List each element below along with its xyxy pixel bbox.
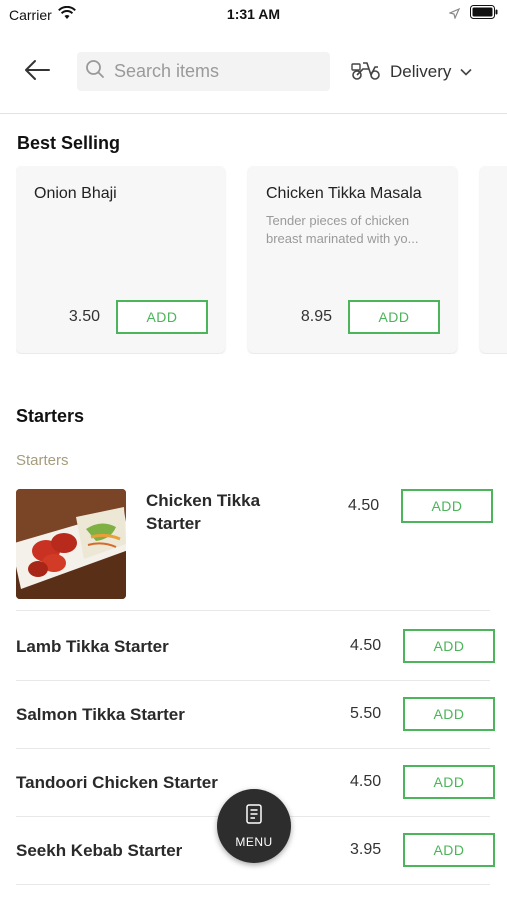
item-price: 4.50 [350, 773, 382, 790]
best-selling-card[interactable]: Onion Bhaji 3.50 ADD [16, 166, 225, 353]
back-button[interactable] [20, 57, 54, 87]
add-button[interactable]: ADD [403, 629, 495, 663]
battery-icon [470, 5, 498, 24]
delivery-label: Delivery [390, 62, 452, 81]
item-name: Chicken Tikka Starter [146, 491, 261, 533]
menu-book-icon [246, 803, 262, 829]
starters-heading: Starters [16, 406, 85, 426]
menu-item-row[interactable]: Lamb Tikka Starter 4.50 ADD [16, 613, 495, 681]
best-selling-carousel[interactable]: Onion Bhaji 3.50 ADD Chicken Tikka Masal… [16, 166, 507, 354]
search-icon [85, 59, 105, 84]
item-name: Lamb Tikka Starter [16, 637, 169, 656]
add-button[interactable]: ADD [403, 833, 495, 867]
item-price: 3.95 [350, 841, 382, 858]
add-button[interactable]: ADD [401, 489, 493, 523]
best-selling-card-partial[interactable] [480, 166, 507, 353]
delivery-mode-selector[interactable]: Delivery [351, 58, 472, 86]
status-right [448, 5, 498, 24]
top-bar: Delivery [0, 44, 507, 114]
best-selling-heading: Best Selling [17, 133, 121, 153]
food-photo [16, 489, 126, 599]
item-price: 5.50 [350, 705, 382, 722]
status-bar: Carrier 1:31 AM [0, 0, 507, 30]
item-price: 4.50 [348, 497, 380, 514]
item-price: 4.50 [350, 637, 382, 654]
card-item-price: 8.95 [300, 308, 332, 325]
add-button[interactable]: ADD [403, 697, 495, 731]
menu-item-row[interactable]: Salmon Tikka Starter 5.50 ADD [16, 681, 495, 749]
best-selling-card[interactable]: Chicken Tikka Masala Tender pieces of ch… [248, 166, 457, 353]
item-name: Tandoori Chicken Starter [16, 773, 218, 792]
search-box[interactable] [77, 52, 330, 91]
status-time: 1:31 AM [226, 6, 281, 22]
menu-fab-label: MENU [235, 834, 273, 849]
add-button[interactable]: ADD [348, 300, 440, 334]
card-item-name: Chicken Tikka Masala [266, 185, 422, 202]
card-item-description: Tender pieces of chicken breast marinate… [266, 213, 419, 246]
search-input[interactable] [114, 61, 314, 82]
add-button[interactable]: ADD [403, 765, 495, 799]
location-arrow-icon [448, 6, 461, 24]
back-arrow-icon [24, 59, 50, 86]
item-name: Seekh Kebab Starter [16, 841, 183, 860]
subcategory-label: Starters [16, 452, 69, 469]
card-item-price: 3.50 [68, 308, 100, 325]
scooter-icon [351, 59, 381, 86]
chevron-down-icon [460, 63, 472, 81]
item-name: Salmon Tikka Starter [16, 705, 185, 724]
add-button[interactable]: ADD [116, 300, 208, 334]
card-item-name: Onion Bhaji [34, 185, 117, 202]
menu-item-featured[interactable]: Chicken Tikka Starter 4.50 ADD [16, 489, 493, 611]
menu-fab-button[interactable]: MENU [217, 789, 291, 863]
